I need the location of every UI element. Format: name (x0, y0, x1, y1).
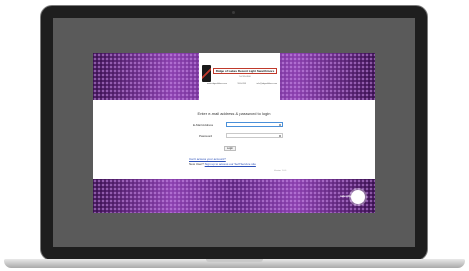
contact-website[interactable]: www.ridgeoflakes.com (207, 83, 227, 85)
contact-row: www.ridgeoflakes.com 555-0199 info@ridge… (207, 83, 277, 85)
key-icon (279, 135, 281, 137)
company-name: Ridge of Lakes Decent Light Swarthmore (213, 68, 277, 74)
password-field[interactable] (226, 133, 283, 138)
version-text: Version: 1.0.0 (274, 170, 287, 172)
login-button[interactable]: Login (224, 146, 236, 151)
contact-phone: 555-0199 (237, 83, 246, 85)
company-phone: Tel 555-0100 (239, 76, 251, 78)
company-logo-icon (202, 65, 211, 82)
cant-access-link[interactable]: Can't access your account? (189, 157, 226, 161)
key-icon (279, 124, 281, 126)
laptop-notch (206, 259, 263, 262)
email-field[interactable] (226, 122, 283, 127)
webcam-icon (232, 11, 235, 14)
login-heading: Enter e-mail address & password to login (197, 111, 271, 116)
account-help-line: Can't access your account? (189, 157, 226, 161)
new-user-label: New User? (189, 162, 205, 166)
login-page: Ridge of Lakes Decent Light Swarthmore T… (93, 53, 375, 213)
signup-line: New User? Sign up to access our Self Ser… (189, 162, 256, 166)
email-label: E-Mail Address (193, 123, 214, 127)
signup-link[interactable]: Sign up to access our Self Service site (205, 162, 256, 166)
brand-logo-icon (351, 190, 365, 204)
contact-email[interactable]: info@ridgeoflakes.com (257, 83, 277, 85)
footer-banner (93, 179, 375, 213)
password-label: Password (199, 134, 213, 138)
company-logo-panel: Ridge of Lakes Decent Light Swarthmore T… (199, 53, 280, 100)
